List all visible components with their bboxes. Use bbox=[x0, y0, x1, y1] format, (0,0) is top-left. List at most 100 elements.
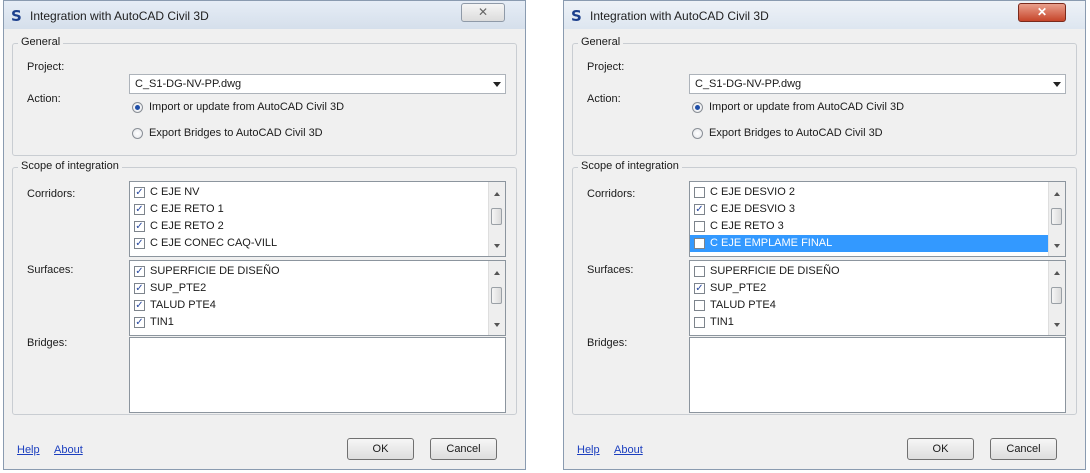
surfaces-scrollbar[interactable] bbox=[488, 261, 505, 335]
list-item[interactable]: ✓ SUPERFICIE DE DISEÑO bbox=[130, 263, 488, 280]
scroll-down-icon[interactable] bbox=[1054, 244, 1060, 248]
radio-import-label[interactable]: Import or update from AutoCAD Civil 3D bbox=[149, 101, 344, 113]
list-item[interactable]: ✓ C EJE NV bbox=[130, 184, 488, 201]
corridors-scrollbar[interactable] bbox=[488, 182, 505, 256]
list-item[interactable]: TIN1 bbox=[690, 314, 1048, 331]
general-group-label: General bbox=[18, 36, 64, 48]
bridges-label: Bridges: bbox=[27, 337, 68, 349]
scroll-thumb[interactable] bbox=[491, 287, 502, 304]
list-item[interactable]: ✓ TALUD PTE4 bbox=[130, 297, 488, 314]
integration-dialog-right: S Integration with AutoCAD Civil 3D ✕ Ge… bbox=[563, 0, 1086, 470]
radio-import[interactable] bbox=[692, 102, 703, 113]
surfaces-list[interactable]: ✓ SUPERFICIE DE DISEÑO ✓ SUP_PTE2 ✓ TALUD PTE… bbox=[129, 260, 506, 336]
list-item[interactable]: C EJE EMPLAME FINAL bbox=[690, 235, 1048, 252]
radio-import[interactable] bbox=[132, 102, 143, 113]
corridors-list[interactable]: ✓ C EJE NV ✓ C EJE RETO 1 ✓ C EJE RETO 2 ✓ C EJ… bbox=[129, 181, 506, 257]
checkbox-unchecked[interactable] bbox=[694, 317, 705, 328]
checkbox-unchecked[interactable] bbox=[694, 221, 705, 232]
checkbox-unchecked[interactable] bbox=[694, 238, 705, 249]
scroll-thumb[interactable] bbox=[1051, 287, 1062, 304]
action-label: Action: bbox=[587, 93, 621, 105]
checkbox-checked[interactable]: ✓ bbox=[134, 221, 145, 232]
bridges-list[interactable] bbox=[129, 337, 506, 413]
list-item-label: C EJE DESVIO 3 bbox=[710, 203, 795, 215]
ok-button[interactable]: OK bbox=[347, 438, 414, 460]
scroll-down-icon[interactable] bbox=[494, 244, 500, 248]
list-item[interactable]: ✓ SUP_PTE2 bbox=[690, 280, 1048, 297]
checkbox-checked[interactable]: ✓ bbox=[134, 266, 145, 277]
corridors-scrollbar[interactable] bbox=[1048, 182, 1065, 256]
scroll-thumb[interactable] bbox=[1051, 208, 1062, 225]
list-item-label: C EJE DESVIO 2 bbox=[710, 186, 795, 198]
dialog-title: Integration with AutoCAD Civil 3D bbox=[30, 9, 209, 23]
checkbox-unchecked[interactable] bbox=[694, 266, 705, 277]
scroll-up-icon[interactable] bbox=[494, 271, 500, 275]
about-link[interactable]: About bbox=[614, 444, 643, 456]
checkbox-checked[interactable]: ✓ bbox=[134, 283, 145, 294]
radio-export[interactable] bbox=[132, 128, 143, 139]
scope-group-label: Scope of integration bbox=[18, 160, 122, 172]
chevron-down-icon[interactable] bbox=[1053, 82, 1061, 87]
checkbox-unchecked[interactable] bbox=[694, 300, 705, 311]
list-item-label: TALUD PTE4 bbox=[150, 299, 216, 311]
checkbox-checked[interactable]: ✓ bbox=[694, 204, 705, 215]
project-dropdown[interactable]: C_S1-DG-NV-PP.dwg bbox=[129, 74, 506, 94]
radio-export-label[interactable]: Export Bridges to AutoCAD Civil 3D bbox=[149, 127, 323, 139]
surfaces-scrollbar[interactable] bbox=[1048, 261, 1065, 335]
list-item[interactable]: C EJE RETO 3 bbox=[690, 218, 1048, 235]
cancel-button[interactable]: Cancel bbox=[990, 438, 1057, 460]
list-item[interactable]: ✓ C EJE RETO 2 bbox=[130, 218, 488, 235]
cancel-button[interactable]: Cancel bbox=[430, 438, 497, 460]
close-button[interactable]: ✕ bbox=[461, 3, 505, 22]
corridors-label: Corridors: bbox=[27, 188, 76, 200]
surfaces-list[interactable]: SUPERFICIE DE DISEÑO ✓ SUP_PTE2 TALUD PTE4 T… bbox=[689, 260, 1066, 336]
list-item[interactable]: ✓ C EJE DESVIO 3 bbox=[690, 201, 1048, 218]
close-icon: ✕ bbox=[477, 5, 489, 19]
list-item[interactable]: C EJE DESVIO 2 bbox=[690, 184, 1048, 201]
list-item[interactable]: ✓ C EJE RETO 1 bbox=[130, 201, 488, 218]
list-item-label: SUPERFICIE DE DISEÑO bbox=[150, 265, 280, 277]
project-dropdown[interactable]: C_S1-DG-NV-PP.dwg bbox=[689, 74, 1066, 94]
scroll-up-icon[interactable] bbox=[1054, 271, 1060, 275]
list-item[interactable]: ✓ SUP_PTE2 bbox=[130, 280, 488, 297]
checkbox-checked[interactable]: ✓ bbox=[134, 204, 145, 215]
corridors-label: Corridors: bbox=[587, 188, 636, 200]
title-bar[interactable]: S Integration with AutoCAD Civil 3D ✕ bbox=[564, 1, 1085, 29]
chevron-down-icon[interactable] bbox=[493, 82, 501, 87]
scroll-down-icon[interactable] bbox=[494, 323, 500, 327]
scroll-up-icon[interactable] bbox=[494, 192, 500, 196]
scroll-thumb[interactable] bbox=[491, 208, 502, 225]
general-group: General bbox=[572, 36, 1077, 156]
about-link[interactable]: About bbox=[54, 444, 83, 456]
scroll-down-icon[interactable] bbox=[1054, 323, 1060, 327]
list-item[interactable]: ✓ TIN1 bbox=[130, 314, 488, 331]
list-item-label: C EJE RETO 1 bbox=[150, 203, 224, 215]
bridges-list[interactable] bbox=[689, 337, 1066, 413]
surfaces-label: Surfaces: bbox=[587, 264, 634, 276]
surfaces-items: ✓ SUPERFICIE DE DISEÑO ✓ SUP_PTE2 ✓ TALUD PTE… bbox=[130, 263, 488, 331]
list-item-label: C EJE CONEC CAQ-VILL bbox=[150, 237, 278, 249]
radio-export[interactable] bbox=[692, 128, 703, 139]
checkbox-checked[interactable]: ✓ bbox=[694, 283, 705, 294]
list-item[interactable]: SUPERFICIE DE DISEÑO bbox=[690, 263, 1048, 280]
surfaces-items: SUPERFICIE DE DISEÑO ✓ SUP_PTE2 TALUD PTE4 T… bbox=[690, 263, 1048, 331]
title-bar[interactable]: S Integration with AutoCAD Civil 3D ✕ bbox=[4, 1, 525, 29]
checkbox-unchecked[interactable] bbox=[694, 187, 705, 198]
corridors-items: C EJE DESVIO 2 ✓ C EJE DESVIO 3 C EJE RETO … bbox=[690, 184, 1048, 252]
surfaces-label: Surfaces: bbox=[27, 264, 74, 276]
list-item-label: TIN1 bbox=[710, 316, 734, 328]
ok-button[interactable]: OK bbox=[907, 438, 974, 460]
list-item[interactable]: TALUD PTE4 bbox=[690, 297, 1048, 314]
radio-export-label[interactable]: Export Bridges to AutoCAD Civil 3D bbox=[709, 127, 883, 139]
close-button[interactable]: ✕ bbox=[1018, 3, 1066, 22]
list-item[interactable]: ✓ C EJE CONEC CAQ-VILL bbox=[130, 235, 488, 252]
checkbox-checked[interactable]: ✓ bbox=[134, 317, 145, 328]
checkbox-checked[interactable]: ✓ bbox=[134, 300, 145, 311]
scroll-up-icon[interactable] bbox=[1054, 192, 1060, 196]
corridors-list[interactable]: C EJE DESVIO 2 ✓ C EJE DESVIO 3 C EJE RETO … bbox=[689, 181, 1066, 257]
checkbox-checked[interactable]: ✓ bbox=[134, 187, 145, 198]
radio-import-label[interactable]: Import or update from AutoCAD Civil 3D bbox=[709, 101, 904, 113]
checkbox-checked[interactable]: ✓ bbox=[134, 238, 145, 249]
help-link[interactable]: Help bbox=[577, 444, 600, 456]
help-link[interactable]: Help bbox=[17, 444, 40, 456]
